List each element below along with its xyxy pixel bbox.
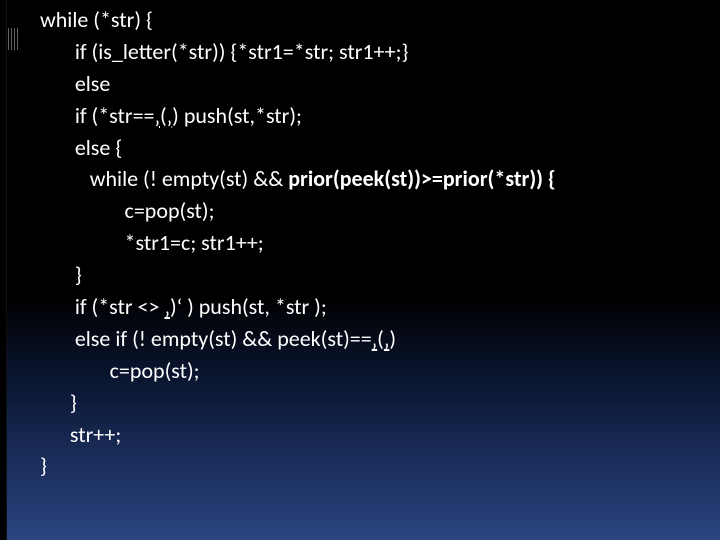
code-line: if (*str==‚(‚) push(st,*str); — [40, 100, 556, 132]
code-line: else { — [40, 132, 556, 164]
code-segment: prior(peek(st))>=prior(*str)) { — [288, 165, 555, 192]
code-line: } — [40, 387, 556, 419]
code-block: while (*str) { if (is_letter(*str)) {*st… — [40, 4, 556, 482]
code-segment: if (*str <> — [40, 293, 164, 320]
code-segment: ) — [389, 325, 396, 352]
code-segment: } — [40, 389, 77, 416]
code-segment: ) push(st,*str); — [172, 102, 302, 129]
code-segment: while (*str) { — [40, 6, 153, 33]
code-segment: else { — [40, 134, 122, 161]
code-segment: } — [40, 261, 82, 288]
code-segment: c=pop(st); — [40, 197, 215, 224]
code-segment: c=pop(st); — [40, 357, 200, 384]
code-segment: ( — [377, 325, 384, 352]
code-segment: if (is_letter(*str)) {*str1=*str; str1++… — [40, 38, 408, 65]
code-line: while (! empty(st) && prior(peek(st))>=p… — [40, 163, 556, 195]
code-segment: *str1=c; str1++; — [40, 229, 264, 256]
code-line: c=pop(st); — [40, 355, 556, 387]
code-segment: )‘ ) push(st, *str ); — [170, 293, 327, 320]
code-line: if (*str <> ‚)‘ ) push(st, *str ); — [40, 291, 556, 323]
code-line: if (is_letter(*str)) {*str1=*str; str1++… — [40, 36, 556, 68]
code-segment: str++; — [40, 421, 121, 448]
code-segment: } — [40, 452, 47, 479]
code-segment: else — [40, 70, 110, 97]
code-segment: if (*str== — [40, 102, 155, 129]
code-line: while (*str) { — [40, 4, 556, 36]
code-line: } — [40, 450, 556, 482]
code-line: } — [40, 259, 556, 291]
slide-left-border — [0, 0, 7, 540]
code-line: else if (! empty(st) && peek(st)==‚(‚) — [40, 323, 556, 355]
code-line: *str1=c; str1++; — [40, 227, 556, 259]
code-line: else — [40, 68, 556, 100]
code-segment: while (! empty(st) && — [40, 165, 288, 192]
code-segment: ( — [160, 102, 167, 129]
code-line: str++; — [40, 419, 556, 451]
code-line: c=pop(st); — [40, 195, 556, 227]
code-segment: else if (! empty(st) && peek(st)== — [40, 325, 372, 352]
placeholder-handle[interactable] — [8, 28, 18, 50]
